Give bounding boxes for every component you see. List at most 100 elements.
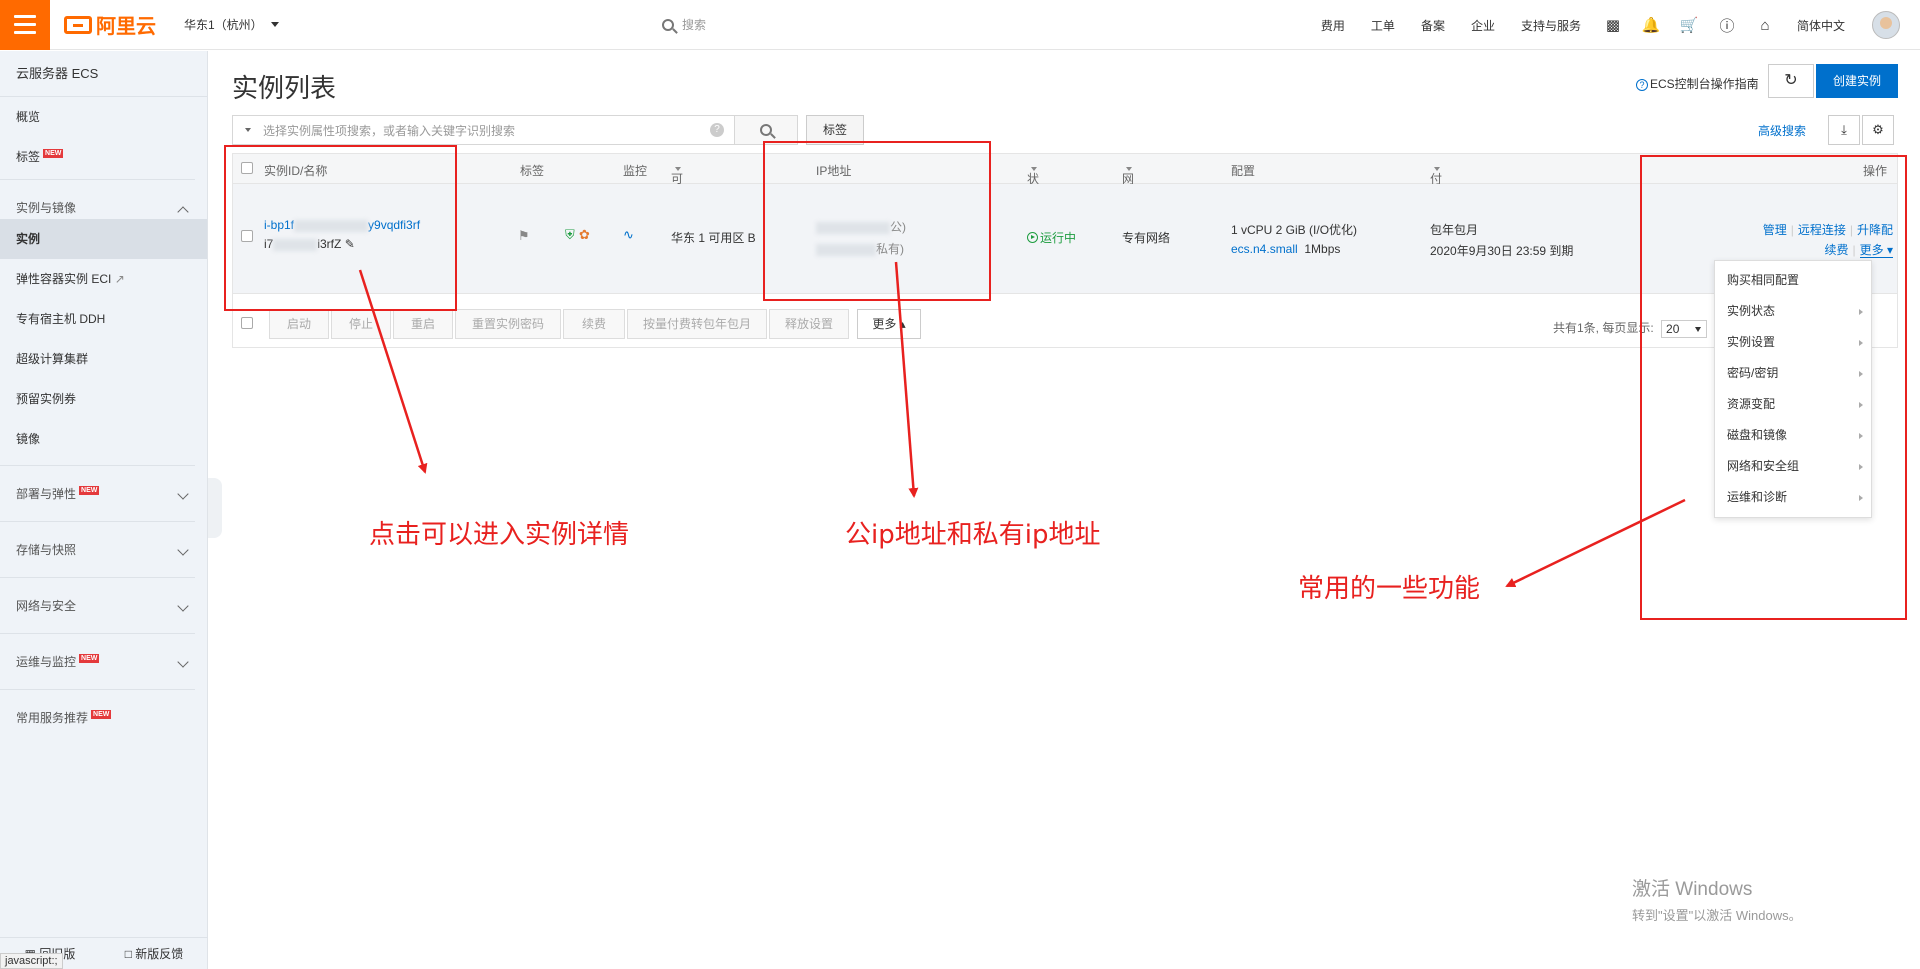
sidebar-group-deploy[interactable]: 部署与弹性 NEW bbox=[0, 465, 195, 521]
billing-expiry: 2020年9月30日 23:59 到期 bbox=[1430, 244, 1574, 258]
language-switch[interactable]: 简体中文 bbox=[1784, 17, 1858, 34]
export-icon: ⤓ bbox=[1841, 122, 1847, 137]
annotation-text-ip: 公ip地址和私有ip地址 bbox=[845, 520, 1101, 550]
chevron-down-icon bbox=[177, 656, 189, 668]
global-search-placeholder: 搜索 bbox=[682, 18, 707, 32]
top-bar: 阿里云 华东1（杭州） 搜索 费用 工单 备案 企业 支持与服务 ▩ 🔔 🛒 ⓘ… bbox=[0, 0, 1920, 50]
renew-button[interactable]: 续费 bbox=[563, 309, 625, 339]
sidebar-title: 云服务器 ECS bbox=[0, 51, 207, 97]
annotation-box-actions bbox=[1640, 155, 1907, 620]
sidebar-item-reserved[interactable]: 预留实例券 bbox=[0, 379, 207, 419]
sidebar-group-ops[interactable]: 运维与监控 NEW bbox=[0, 633, 195, 689]
sidebar-item-instances[interactable]: 实例 bbox=[0, 219, 207, 259]
bulk-select-checkbox[interactable] bbox=[241, 317, 253, 329]
aliyun-logo[interactable]: 阿里云 bbox=[64, 10, 174, 39]
header-config: 配置 bbox=[1231, 164, 1256, 178]
search-icon bbox=[760, 124, 772, 136]
start-button[interactable]: 启动 bbox=[269, 309, 329, 339]
nav-enterprise[interactable]: 企业 bbox=[1458, 17, 1508, 34]
stop-button[interactable]: 停止 bbox=[331, 309, 391, 339]
header-status[interactable]: 状态 bbox=[1027, 162, 1039, 203]
region-label: 华东1（杭州） bbox=[184, 18, 263, 32]
aliyun-logo-icon bbox=[64, 15, 92, 34]
chevron-down-icon bbox=[177, 488, 189, 500]
sidebar-item-images[interactable]: 镜像 bbox=[0, 419, 207, 459]
region-selector[interactable]: 华东1（杭州） bbox=[184, 16, 279, 33]
top-nav: 费用 工单 备案 企业 支持与服务 ▩ 🔔 🛒 ⓘ ⌂ 简体中文 bbox=[1308, 0, 1900, 50]
annotation-box-instance-id bbox=[224, 145, 457, 311]
help-icon[interactable]: ? bbox=[710, 123, 724, 137]
external-link-icon: ↗ bbox=[114, 272, 125, 286]
chevron-up-icon bbox=[177, 206, 189, 218]
sidebar-item-scc[interactable]: 超级计算集群 bbox=[0, 339, 207, 379]
create-instance-button[interactable]: 创建实例 bbox=[1816, 64, 1898, 98]
bell-icon[interactable]: 🔔 bbox=[1632, 16, 1670, 34]
nav-icp[interactable]: 备案 bbox=[1408, 17, 1458, 34]
annotation-text-actions: 常用的一些功能 bbox=[1298, 574, 1481, 604]
release-settings-button[interactable]: 释放设置 bbox=[769, 309, 849, 339]
settings-button[interactable]: ⚙ bbox=[1862, 115, 1894, 145]
billing-cell: 包年包月 2020年9月30日 23:59 到期 bbox=[1430, 221, 1573, 259]
bandwidth: 1Mbps bbox=[1304, 242, 1341, 256]
caret-down-icon[interactable] bbox=[245, 128, 251, 132]
billing-type: 包年包月 bbox=[1430, 223, 1479, 237]
header-billing[interactable]: 付费方式 bbox=[1430, 162, 1442, 237]
new-badge: NEW bbox=[79, 654, 100, 663]
nav-billing[interactable]: 费用 bbox=[1308, 17, 1358, 34]
sidebar-item-eci[interactable]: 弹性容器实例 ECI ↗ bbox=[0, 259, 207, 299]
global-search[interactable]: 搜索 bbox=[662, 16, 706, 33]
monitor-chart-icon[interactable]: ∿ bbox=[623, 227, 634, 243]
caret-down-icon bbox=[270, 22, 279, 27]
sidebar-collapse-handle[interactable] bbox=[208, 478, 222, 538]
avatar[interactable] bbox=[1872, 11, 1900, 39]
annotation-text-instance-detail: 点击可以进入实例详情 bbox=[369, 520, 630, 550]
header-zone[interactable]: 可用区 bbox=[671, 162, 683, 220]
question-icon: ? bbox=[1636, 79, 1648, 91]
advanced-search-link[interactable]: 高级搜索 bbox=[1758, 122, 1806, 139]
page-title: 实例列表 bbox=[232, 73, 337, 103]
home-icon[interactable]: ⌂ bbox=[1746, 17, 1784, 34]
sidebar-group-network[interactable]: 网络与安全 bbox=[0, 577, 195, 633]
instance-type-link[interactable]: ecs.n4.small bbox=[1231, 242, 1298, 256]
cloud-monitor-icon[interactable]: ✿ bbox=[579, 227, 590, 243]
security-shield-icon[interactable]: ⛨ bbox=[565, 227, 575, 243]
export-button[interactable]: ⤓ bbox=[1828, 115, 1860, 145]
tag-icon[interactable]: ⚑ bbox=[518, 228, 530, 244]
sidebar-item-tags[interactable]: 标签 NEW bbox=[0, 137, 207, 177]
config-spec: 1 vCPU 2 GiB (I/O优化) bbox=[1231, 223, 1358, 237]
chevron-down-icon bbox=[177, 600, 189, 612]
running-icon bbox=[1027, 232, 1038, 243]
header-monitor: 监控 bbox=[623, 164, 648, 178]
bulk-more-button[interactable]: 更多 ▴ bbox=[857, 309, 921, 339]
zone-value: 华东 1 可用区 B bbox=[671, 231, 756, 245]
header-network[interactable]: 网络类型 bbox=[1122, 162, 1134, 237]
new-badge: NEW bbox=[43, 149, 64, 158]
reset-password-button[interactable]: 重置实例密码 bbox=[455, 309, 561, 339]
sidebar-item-ddh[interactable]: 专有宿主机 DDH bbox=[0, 299, 207, 339]
feedback-link[interactable]: □ 新版反馈 bbox=[125, 945, 184, 962]
status-badge: 运行中 bbox=[1027, 229, 1076, 246]
hamburger-menu-icon[interactable] bbox=[0, 0, 50, 50]
refresh-button[interactable]: ↻ bbox=[1768, 64, 1814, 98]
browser-status-url: javascript:; bbox=[0, 953, 63, 969]
instance-search-input[interactable]: 选择实例属性项搜索，或者输入关键字识别搜索 ? bbox=[232, 115, 735, 145]
console-guide-link[interactable]: ? ECS控制台操作指南 bbox=[1636, 75, 1759, 92]
sidebar-group-storage[interactable]: 存储与快照 bbox=[0, 521, 195, 577]
windows-activation-watermark: 激活 Windows 转到"设置"以激活 Windows。 bbox=[1632, 879, 1802, 923]
sidebar-item-overview[interactable]: 概览 bbox=[0, 97, 207, 137]
nav-tickets[interactable]: 工单 bbox=[1358, 17, 1408, 34]
convert-billing-button[interactable]: 按量付费转包年包月 bbox=[627, 309, 767, 339]
new-badge: NEW bbox=[79, 486, 100, 495]
terminal-icon[interactable]: ▩ bbox=[1594, 16, 1632, 34]
config-cell: 1 vCPU 2 GiB (I/O优化) ecs.n4.small 1Mbps bbox=[1231, 221, 1357, 256]
search-icon bbox=[662, 18, 674, 31]
restart-button[interactable]: 重启 bbox=[393, 309, 453, 339]
refresh-icon: ↻ bbox=[1784, 72, 1798, 89]
sidebar: 云服务器 ECS 概览 标签 NEW 实例与镜像 实例 弹性容器实例 ECI ↗ … bbox=[0, 51, 208, 969]
gear-icon: ⚙ bbox=[1872, 122, 1884, 137]
cart-icon[interactable]: 🛒 bbox=[1670, 16, 1708, 34]
help-icon[interactable]: ⓘ bbox=[1708, 15, 1746, 36]
nav-support[interactable]: 支持与服务 bbox=[1508, 17, 1594, 34]
search-placeholder: 选择实例属性项搜索，或者输入关键字识别搜索 bbox=[263, 123, 516, 138]
sidebar-group-recommend[interactable]: 常用服务推荐 NEW bbox=[0, 689, 195, 745]
